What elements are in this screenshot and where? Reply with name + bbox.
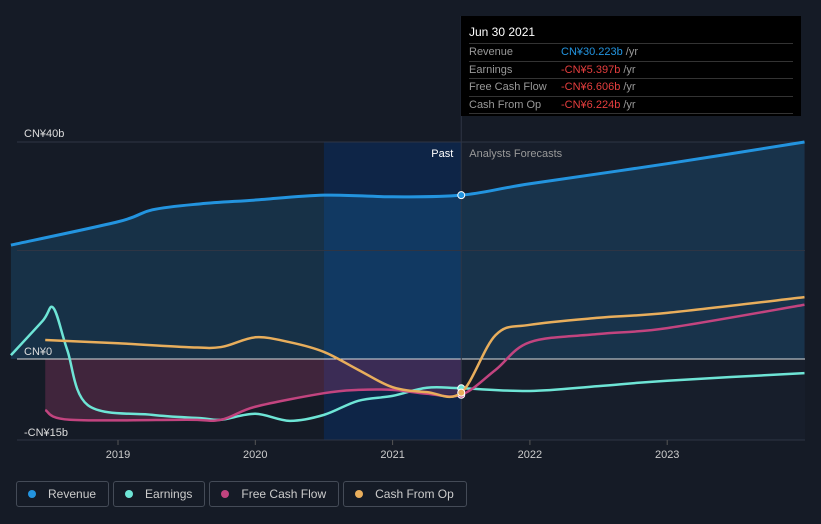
y-tick-label: CN¥0 — [24, 346, 52, 358]
x-tick-label: 2023 — [655, 449, 679, 461]
tooltip-value: CN¥30.223b — [561, 46, 623, 59]
fcf-dot-icon — [221, 490, 230, 498]
revenue-dot-icon — [28, 490, 36, 498]
data-point-marker — [457, 388, 466, 397]
y-tick-label: CN¥40b — [24, 128, 64, 140]
tooltip-value: -CN¥5.397b — [561, 63, 621, 76]
cfo-dot-icon — [355, 490, 364, 498]
tooltip-row-cfo: Cash From Op -CN¥6.224b/yr — [469, 97, 793, 114]
tooltip-value: -CN¥6.606b — [561, 81, 621, 94]
legend-label: Revenue — [48, 487, 97, 501]
data-point-marker — [457, 191, 466, 200]
tooltip-unit: /yr — [623, 98, 636, 111]
tooltip-label: Revenue — [469, 46, 514, 59]
x-tick-label: 2020 — [243, 449, 267, 461]
legend-free-cash-flow[interactable]: Free Cash Flow — [209, 481, 340, 507]
y-tick-label: -CN¥15b — [24, 427, 68, 439]
past-label: Past — [431, 148, 453, 160]
tooltip-row-revenue: Revenue CN¥30.223b/yr — [469, 44, 793, 62]
legend-label: Cash From Op — [375, 487, 454, 501]
tooltip: Jun 30 2021 Revenue CN¥30.223b/yr Earning… — [461, 16, 801, 116]
tooltip-date: Jun 30 2021 — [469, 22, 793, 44]
legend: Revenue Earnings Free Cash Flow Cash Fro… — [16, 481, 467, 507]
earnings-dot-icon — [125, 490, 134, 498]
legend-label: Free Cash Flow — [241, 487, 327, 501]
tooltip-unit: /yr — [623, 63, 636, 76]
legend-earnings[interactable]: Earnings — [113, 481, 206, 507]
tooltip-label: Free Cash Flow — [469, 81, 547, 94]
tooltip-value: -CN¥6.224b — [561, 98, 621, 111]
tooltip-unit: /yr — [625, 46, 639, 59]
legend-cash-from-op[interactable]: Cash From Op — [343, 481, 467, 507]
legend-revenue[interactable]: Revenue — [16, 481, 110, 507]
x-tick-label: 2019 — [106, 449, 130, 461]
tooltip-unit: /yr — [623, 81, 636, 94]
legend-label: Earnings — [145, 487, 193, 501]
tooltip-label: Earnings — [469, 63, 513, 76]
tooltip-label: Cash From Op — [469, 98, 542, 111]
tooltip-row-earnings: Earnings -CN¥5.397b/yr — [469, 62, 793, 79]
forecast-label: Analysts Forecasts — [469, 148, 562, 160]
x-tick-label: 2021 — [380, 449, 404, 461]
tooltip-row-fcf: Free Cash Flow -CN¥6.606b/yr — [469, 79, 793, 97]
x-tick-label: 2022 — [518, 449, 542, 461]
